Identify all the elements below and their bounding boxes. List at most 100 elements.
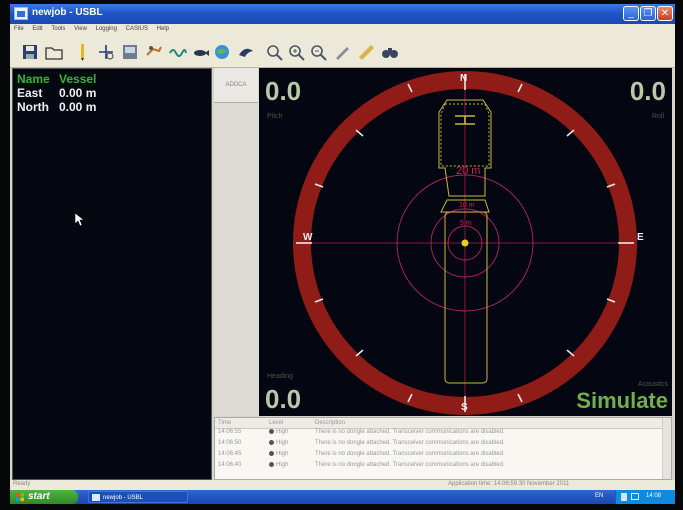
open-folder-icon[interactable] <box>44 42 64 62</box>
log-time-header: Time <box>218 420 232 426</box>
vessel-list-header: Name Vessel <box>13 72 203 86</box>
add-target-icon[interactable] <box>96 42 116 62</box>
roll-value: 0.0 <box>629 76 666 106</box>
taskbar-item-newjob[interactable]: newjob - USBL <box>88 491 188 503</box>
vessel-list-pane[interactable]: Name Vessel East 0.00 m North 0.00 m <box>12 68 212 480</box>
log-row[interactable]: 14:06:40 High There is no dongle attache… <box>215 462 665 473</box>
warning-icon <box>269 440 274 445</box>
pitch-label: Pitch <box>267 113 283 120</box>
log-description: There is no dongle attached. Transceiver… <box>315 440 505 446</box>
status-bar: Ready Application time: 14:06:59 30 Nove… <box>10 480 675 490</box>
log-row[interactable]: 14:06:55 High There is no dongle attache… <box>215 429 665 440</box>
vessel-position-icon <box>461 239 469 247</box>
screen: newjob - USBL _ ❐ ✕ File Edit Tools View… <box>10 4 675 504</box>
warning-icon <box>269 429 274 434</box>
acoustics-label: Acoustics <box>638 381 668 388</box>
wave-icon[interactable] <box>168 42 188 62</box>
menu-casius[interactable]: CASIUS <box>122 24 151 32</box>
menu-file[interactable]: File <box>10 24 27 32</box>
clock[interactable]: 14:08 <box>646 493 661 499</box>
range-label-5m: 5 m <box>460 220 472 227</box>
log-time: 14:06:50 <box>218 440 242 446</box>
log-description: There is no dongle attached. Transceiver… <box>315 451 505 457</box>
gps-icon[interactable] <box>120 42 140 62</box>
binoculars-icon[interactable] <box>380 42 400 62</box>
side-tab-strip: ADDCA <box>214 68 260 416</box>
log-row[interactable]: 14:06:45 High There is no dongle attache… <box>215 451 665 462</box>
east-label: East <box>17 86 43 100</box>
pitch-value: 0.0 <box>265 76 302 106</box>
fish-icon[interactable] <box>190 42 210 62</box>
log-description-header: Description <box>315 420 346 426</box>
menu-bar: File Edit Tools View Logging CASIUS Help <box>10 24 675 37</box>
log-header: Time Level Description <box>215 418 665 429</box>
diver-icon[interactable] <box>144 42 164 62</box>
zoom-fit-icon[interactable] <box>264 42 284 62</box>
start-label: start <box>28 491 50 502</box>
compass-n-label: N <box>460 73 468 84</box>
heading-label: Heading <box>267 373 294 380</box>
log-level: High <box>276 440 289 447</box>
pen-icon[interactable] <box>332 42 352 62</box>
vessel-column-header: Vessel <box>59 72 97 86</box>
log-level-header: Level <box>269 420 284 426</box>
menu-tools[interactable]: Tools <box>47 24 68 32</box>
taskbar-item-label: newjob - USBL <box>103 495 144 501</box>
log-level: High <box>276 451 289 458</box>
compass-e-label: E <box>637 232 644 243</box>
log-scrollbar[interactable] <box>662 418 671 479</box>
menu-help[interactable]: Help <box>153 24 172 32</box>
menu-view[interactable]: View <box>70 24 90 32</box>
compass-plot <box>293 71 637 415</box>
mode-label: Simulate <box>576 388 668 413</box>
log-level: High <box>276 429 289 436</box>
warning-icon <box>269 451 274 456</box>
event-log[interactable]: Time Level Description 14:06:55 High The… <box>214 417 672 480</box>
window-title: newjob - USBL <box>32 7 103 18</box>
title-bar[interactable]: newjob - USBL _ ❐ ✕ <box>10 4 675 24</box>
log-time: 14:06:40 <box>218 462 242 468</box>
minimize-button[interactable]: _ <box>623 6 639 21</box>
app-icon <box>14 7 28 20</box>
compass-s-label: S <box>461 402 468 413</box>
language-indicator[interactable]: EN <box>595 493 603 499</box>
save-icon[interactable] <box>20 42 40 62</box>
start-button[interactable]: start <box>10 490 78 504</box>
adcp-tab[interactable]: ADDCA <box>214 68 258 103</box>
log-time: 14:06:55 <box>218 429 242 435</box>
app-icon <box>92 494 100 501</box>
menu-logging[interactable]: Logging <box>92 24 120 32</box>
ruler-icon[interactable] <box>356 42 376 62</box>
heading-value: 0.0 <box>265 384 302 414</box>
log-level: High <box>276 462 289 469</box>
pencil-icon[interactable] <box>72 42 92 62</box>
log-description: There is no dongle attached. Transceiver… <box>315 462 505 468</box>
system-tray: 14:08 <box>615 490 675 504</box>
usbl-display[interactable]: 0.0 Pitch 0.0 Roll Heading 0.0 Acoustics… <box>259 68 672 416</box>
menu-edit[interactable]: Edit <box>28 24 45 32</box>
east-value: 0.00 m <box>59 86 97 100</box>
toolbar <box>10 37 675 68</box>
log-description: There is no dongle attached. Transceiver… <box>315 429 505 435</box>
log-time: 14:06:45 <box>218 451 242 457</box>
close-button[interactable]: ✕ <box>657 6 673 21</box>
usb-icon[interactable] <box>621 493 627 501</box>
status-ready: Ready <box>13 481 31 487</box>
zoom-out-icon[interactable] <box>308 42 328 62</box>
log-row[interactable]: 14:06:50 High There is no dongle attache… <box>215 440 665 451</box>
maximize-button[interactable]: ❐ <box>640 6 656 21</box>
north-value: 0.00 m <box>59 100 97 114</box>
zoom-in-icon[interactable] <box>286 42 306 62</box>
monitor-bezel: newjob - USBL _ ❐ ✕ File Edit Tools View… <box>0 0 683 510</box>
network-icon[interactable] <box>631 493 639 500</box>
mouse-cursor-icon <box>75 213 85 227</box>
name-column-header: Name <box>17 72 50 86</box>
application-time: Application time: 14:06:59 30 November 2… <box>448 481 570 487</box>
globe-icon[interactable] <box>212 42 232 62</box>
compass-w-label: W <box>303 232 313 243</box>
north-label: North <box>17 100 49 114</box>
roll-label: Roll <box>651 113 664 120</box>
dolphin-icon[interactable] <box>236 42 256 62</box>
east-row: East 0.00 m <box>13 86 203 100</box>
north-row: North 0.00 m <box>13 100 203 114</box>
